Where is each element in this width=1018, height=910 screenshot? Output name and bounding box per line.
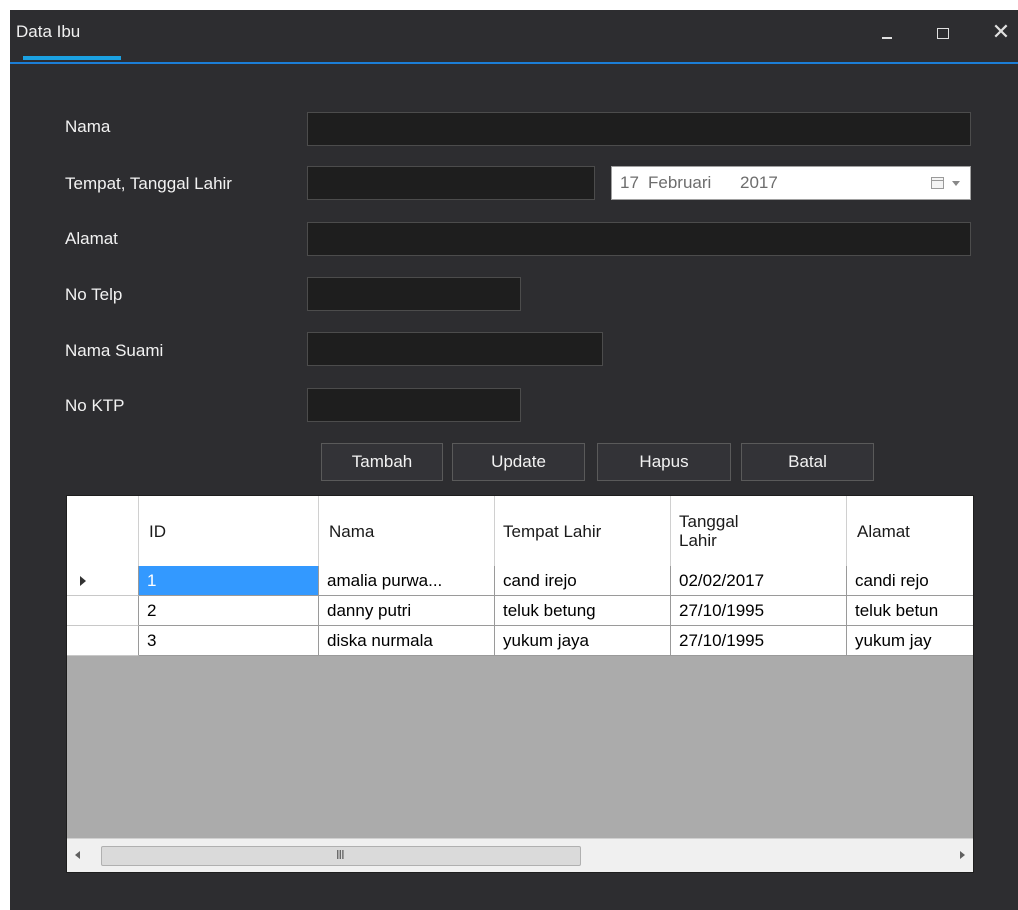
tanggal-lahir-picker[interactable]: 17 Februari 2017 <box>611 166 971 200</box>
row-header[interactable] <box>67 566 139 596</box>
cell-alamat[interactable]: yukum jay <box>847 626 973 656</box>
alamat-label: Alamat <box>65 229 118 248</box>
cell-tanggal-lahir[interactable]: 27/10/1995 <box>671 596 847 626</box>
data-ibu-window: Data Ibu ✕ Nama Tempat, Tanggal Lahir 17… <box>10 10 1018 910</box>
close-button[interactable]: ✕ <box>986 17 1016 47</box>
calendar-icon[interactable] <box>931 177 944 189</box>
tempat-lahir-input[interactable] <box>307 166 595 200</box>
scroll-left-icon[interactable] <box>75 851 80 859</box>
row-header[interactable] <box>67 626 139 656</box>
suami-label: Nama Suami <box>65 341 164 360</box>
telp-input[interactable] <box>307 277 521 311</box>
cell-nama[interactable]: diska nurmala <box>319 626 495 656</box>
table-row[interactable]: 3 diska nurmala yukum jaya 27/10/1995 yu… <box>67 626 973 656</box>
minimize-icon <box>882 37 892 39</box>
date-month: Februari <box>648 173 712 192</box>
title-tab-indicator <box>23 56 121 60</box>
cell-tempat-lahir[interactable]: yukum jaya <box>495 626 671 656</box>
date-year: 2017 <box>740 173 778 192</box>
maximize-button[interactable] <box>928 18 958 48</box>
cell-id[interactable]: 2 <box>139 596 319 626</box>
close-icon: ✕ <box>991 19 1011 44</box>
alamat-input[interactable] <box>307 222 971 256</box>
telp-label: No Telp <box>65 285 123 304</box>
grid-header: ID Nama Tempat Lahir Tanggal Lahir Alama… <box>67 496 973 566</box>
minimize-button[interactable] <box>872 18 902 48</box>
title-separator <box>10 62 1018 64</box>
date-day: 17 <box>620 173 639 192</box>
table-row[interactable]: 2 danny putri teluk betung 27/10/1995 te… <box>67 596 973 626</box>
cell-tempat-lahir[interactable]: teluk betung <box>495 596 671 626</box>
ttl-label: Tempat, Tanggal Lahir <box>65 174 232 193</box>
cell-tempat-lahir[interactable]: cand irejo <box>495 566 671 596</box>
tambah-button[interactable]: Tambah <box>321 443 443 481</box>
column-header-tanggal-lahir[interactable]: Tanggal Lahir <box>671 496 847 566</box>
nama-label: Nama <box>65 117 111 136</box>
window-title: Data Ibu <box>16 22 81 41</box>
cell-alamat[interactable]: candi rejo <box>847 566 973 596</box>
cell-id[interactable]: 1 <box>139 566 319 596</box>
column-header-nama[interactable]: Nama <box>319 496 495 566</box>
column-header-id[interactable]: ID <box>139 496 319 566</box>
row-header[interactable] <box>67 596 139 626</box>
hapus-button[interactable]: Hapus <box>597 443 731 481</box>
nama-suami-input[interactable] <box>307 332 603 366</box>
cell-tanggal-lahir[interactable]: 27/10/1995 <box>671 626 847 656</box>
cell-id[interactable]: 3 <box>139 626 319 656</box>
current-row-arrow-icon <box>80 576 86 586</box>
title-bar[interactable]: Data Ibu ✕ <box>10 10 1018 60</box>
nama-input[interactable] <box>307 112 971 146</box>
column-header-alamat[interactable]: Alamat <box>847 496 973 566</box>
cell-nama[interactable]: danny putri <box>319 596 495 626</box>
cell-tanggal-lahir[interactable]: 02/02/2017 <box>671 566 847 596</box>
batal-button[interactable]: Batal <box>741 443 874 481</box>
dropdown-arrow-icon[interactable] <box>952 181 960 186</box>
horizontal-scrollbar[interactable]: III <box>67 838 973 872</box>
update-button[interactable]: Update <box>452 443 585 481</box>
scroll-thumb[interactable]: III <box>101 846 581 866</box>
cell-nama[interactable]: amalia purwa... <box>319 566 495 596</box>
table-row[interactable]: 1 amalia purwa... cand irejo 02/02/2017 … <box>67 566 973 596</box>
maximize-icon <box>937 28 949 39</box>
scroll-right-icon[interactable] <box>960 851 965 859</box>
ktp-label: No KTP <box>65 396 125 415</box>
column-header-tempat-lahir[interactable]: Tempat Lahir <box>495 496 671 566</box>
grip-icon: III <box>336 848 345 862</box>
header-corner[interactable] <box>67 496 139 566</box>
data-grid[interactable]: ID Nama Tempat Lahir Tanggal Lahir Alama… <box>66 495 974 873</box>
ktp-input[interactable] <box>307 388 521 422</box>
cell-alamat[interactable]: teluk betun <box>847 596 973 626</box>
